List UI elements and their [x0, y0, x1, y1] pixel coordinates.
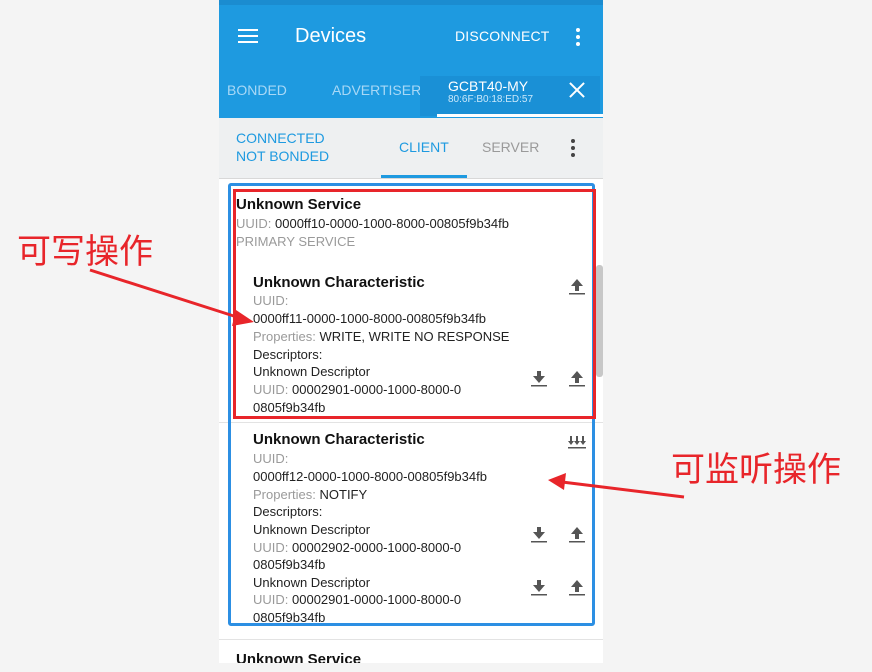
close-icon[interactable] [569, 82, 585, 98]
active-tab-indicator [437, 114, 603, 117]
tab-client[interactable]: CLIENT [399, 139, 449, 155]
write-highlight-box [233, 189, 596, 419]
tab-device-mac: 80:6F:B0:18:ED:57 [448, 94, 534, 105]
service-name[interactable]: Unknown Service [236, 651, 361, 663]
more-vert-icon[interactable] [576, 28, 580, 46]
device-tabs: BONDED ADVERTISER [219, 68, 603, 116]
client-tab-indicator [381, 175, 467, 178]
write-annotation: 可写操作 [17, 232, 153, 272]
write-arrow [89, 268, 241, 320]
tab-device-name[interactable]: GCBT40-MY [448, 78, 528, 94]
connection-bar: CONNECTED NOT BONDED CLIENT SERVER [219, 118, 603, 179]
tab-server[interactable]: SERVER [482, 139, 539, 155]
scrollbar-thumb[interactable] [596, 265, 603, 377]
connection-state: CONNECTED [236, 130, 325, 146]
bond-state: NOT BONDED [236, 148, 330, 164]
app-title: Devices [295, 25, 367, 47]
tab-bonded[interactable]: BONDED [227, 82, 287, 98]
disconnect-button[interactable]: DISCONNECT [455, 28, 550, 44]
notify-annotation: 可监听操作 [671, 450, 841, 490]
tab-advertiser[interactable]: ADVERTISER [332, 82, 421, 98]
status-strip [219, 0, 603, 5]
hamburger-icon[interactable] [238, 29, 258, 43]
divider [219, 639, 603, 640]
more-vert-icon[interactable] [571, 139, 575, 157]
